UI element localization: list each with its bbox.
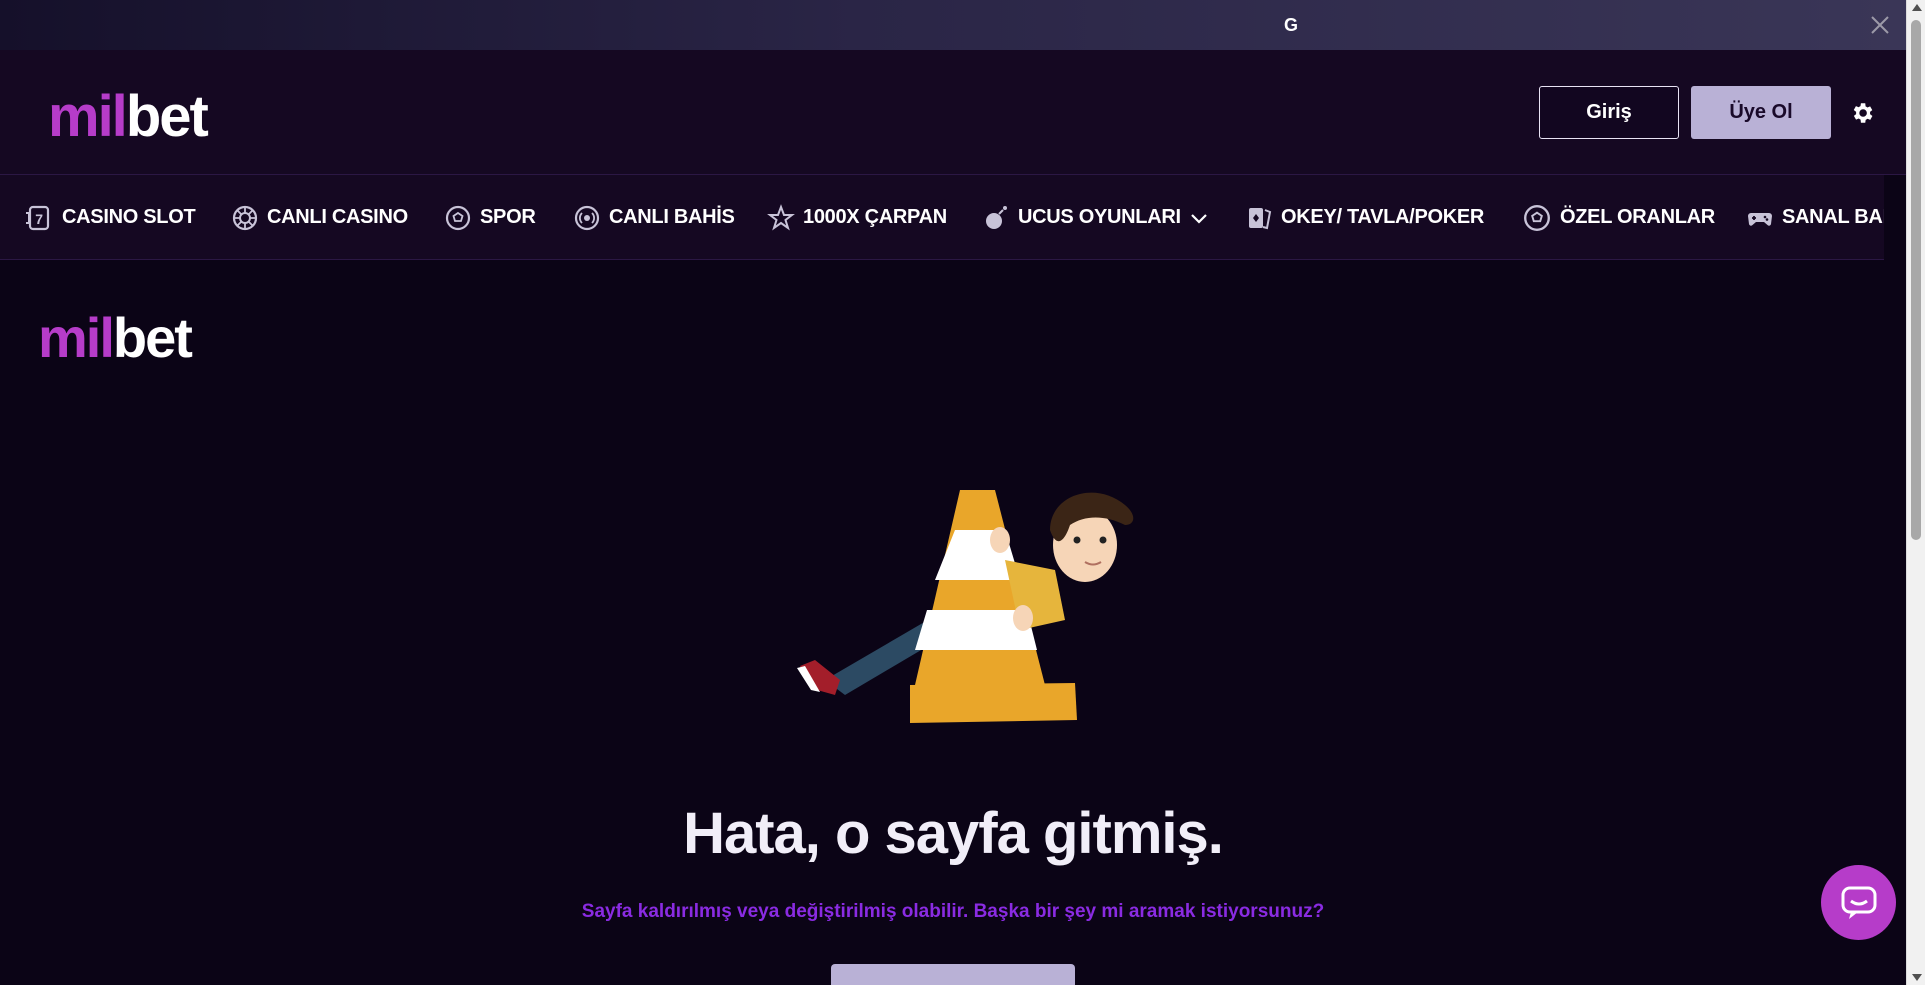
slot-icon: 7: [26, 205, 50, 230]
football-icon: [1524, 204, 1550, 231]
chat-button[interactable]: [1821, 865, 1896, 940]
notification-text: G: [1284, 15, 1299, 35]
cards-icon: [1249, 207, 1272, 229]
nav-item-virtual-betting[interactable]: SANAL BAH: [1746, 175, 1884, 259]
notification-bar: G: [0, 0, 1906, 50]
chevron-down-icon[interactable]: [1189, 211, 1209, 225]
home-button[interactable]: [831, 964, 1075, 985]
roulette-icon: [232, 205, 258, 230]
nav-label: OKEY/ TAVLA/POKER: [1281, 206, 1485, 228]
nav-item-crash-games[interactable]: UCUS OYUNLARI: [982, 175, 1209, 259]
chat-icon: [1841, 886, 1876, 919]
login-button[interactable]: Giriş: [1539, 86, 1679, 139]
error-title: Hata, o sayfa gitmiş.: [683, 801, 1224, 866]
nav-item-special-odds[interactable]: ÖZEL ORANLAR: [1522, 175, 1715, 259]
error-subtitle: Sayfa kaldırılmış veya değiştirilmiş ola…: [581, 901, 1325, 922]
star-icon: [767, 203, 795, 231]
nav-label: SPOR: [480, 206, 536, 228]
football-icon: [445, 205, 471, 230]
page-scrollbar[interactable]: [1906, 0, 1925, 985]
scroll-down-arrow-icon[interactable]: [1912, 974, 1922, 981]
nav-item-1000x[interactable]: 1000X ÇARPAN: [767, 175, 947, 259]
logo-text-bet: bet: [112, 306, 193, 369]
nav-label: CASINO SLOT: [62, 206, 196, 228]
scrollbar-thumb[interactable]: [1911, 20, 1921, 540]
logo-text-mil: mil: [38, 306, 115, 369]
main-nav: 7 CASINO SLOT CANLI CASINO SPOR CANLI BA…: [0, 175, 1884, 260]
svg-text:7: 7: [35, 211, 43, 227]
logo-text-bet: bet: [125, 84, 209, 149]
gear-icon[interactable]: [1849, 100, 1875, 126]
nav-label: CANLI BAHİS: [609, 206, 735, 228]
signup-button[interactable]: Üye Ol: [1691, 86, 1831, 139]
site-logo[interactable]: milbet: [48, 88, 209, 146]
nav-item-casino-slot[interactable]: 7 CASINO SLOT: [24, 175, 196, 259]
nav-label: 1000X ÇARPAN: [803, 206, 947, 228]
nav-item-live-casino[interactable]: CANLI CASINO: [231, 175, 408, 259]
page: G milbet Giriş Üye Ol 7 CASINO SLOT CANL…: [0, 0, 1925, 985]
nav-label: ÖZEL ORANLAR: [1560, 206, 1715, 228]
nav-item-live-betting[interactable]: CANLI BAHİS: [573, 175, 735, 259]
logo-text-mil: mil: [48, 84, 128, 149]
nav-label: UCUS OYUNLARI: [1018, 206, 1181, 228]
gamepad-icon: [1748, 212, 1772, 226]
nav-item-okey-tavla-poker[interactable]: OKEY/ TAVLA/POKER: [1245, 175, 1485, 259]
content-logo: milbet: [38, 310, 193, 366]
site-header: milbet Giriş Üye Ol: [0, 50, 1906, 175]
close-icon[interactable]: [1869, 14, 1891, 36]
nav-item-sport[interactable]: SPOR: [444, 175, 536, 259]
nav-label: CANLI CASINO: [267, 206, 408, 228]
live-icon: [574, 205, 600, 230]
bomb-icon: [986, 205, 1007, 229]
nav-label: SANAL BAH: [1782, 206, 1884, 228]
scroll-up-arrow-icon[interactable]: [1912, 4, 1922, 11]
404-illustration: [797, 490, 1134, 723]
